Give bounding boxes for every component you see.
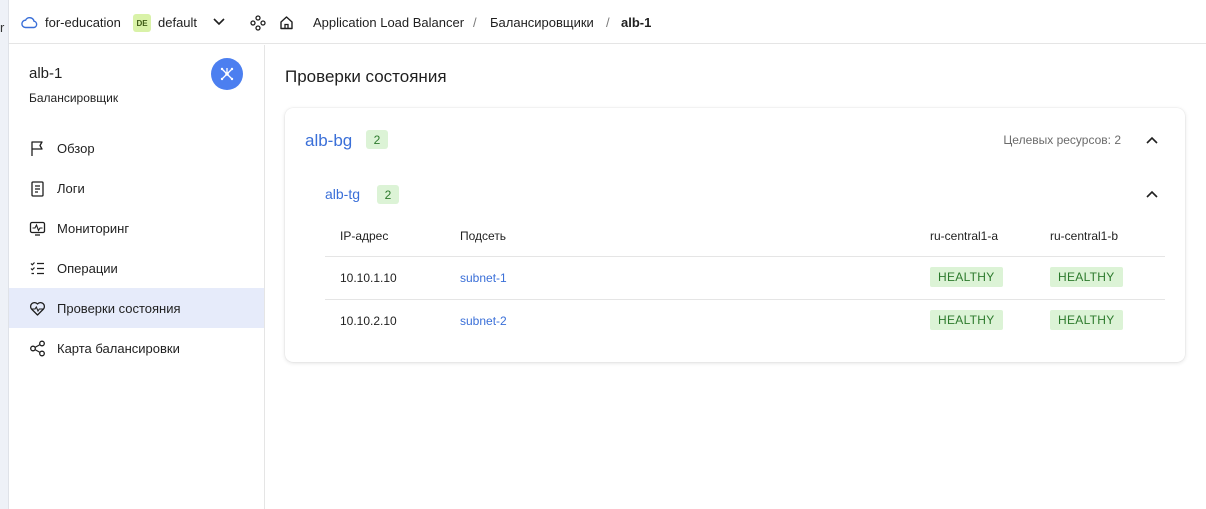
column-header-zone-a: ru-central1-a	[930, 229, 999, 243]
chevron-down-icon[interactable]	[212, 17, 226, 27]
home-icon[interactable]	[279, 15, 294, 30]
targets-count-label: Целевых ресурсов: 2	[1003, 133, 1121, 147]
subnet-link[interactable]: subnet-1	[460, 271, 507, 285]
breadcrumb-current: alb-1	[621, 15, 652, 30]
backend-group-count-badge: 2	[366, 130, 388, 149]
table-divider	[325, 256, 1165, 257]
folder-selector[interactable]: default	[158, 15, 197, 30]
breadcrumb-service[interactable]: Application Load Balancer	[313, 15, 464, 30]
status-badge: HEALTHY	[930, 310, 1003, 330]
sidebar-item-overview[interactable]: Обзор	[9, 128, 264, 168]
monitoring-icon	[29, 221, 46, 236]
sidebar-item-label: Карта балансировки	[57, 341, 180, 356]
log-icon	[31, 181, 44, 197]
breadcrumb-separator: /	[473, 15, 477, 30]
left-edge-strip: r	[0, 0, 9, 509]
status-badge: HEALTHY	[930, 267, 1003, 287]
org-selector[interactable]: for-education	[45, 15, 121, 30]
backend-group-card: alb-bg 2 Целевых ресурсов: 2 alb-tg 2 IP…	[285, 108, 1185, 362]
sidebar-item-balancing-map[interactable]: Карта балансировки	[9, 328, 264, 368]
folder-badge: DE	[133, 14, 151, 32]
column-header-subnet: Подсеть	[460, 229, 507, 243]
chevron-up-icon[interactable]	[1145, 189, 1159, 199]
sidebar-item-health-checks[interactable]: Проверки состояния	[9, 288, 264, 328]
target-group-count-badge: 2	[377, 185, 399, 204]
sidebar-title: alb-1	[29, 65, 63, 82]
sidebar-subtitle: Балансировщик	[29, 91, 119, 105]
column-header-ip: IP-адрес	[340, 229, 389, 243]
breadcrumb-separator: /	[606, 15, 610, 30]
sidebar-item-label: Операции	[57, 261, 118, 276]
sidebar-item-monitoring[interactable]: Мониторинг	[9, 208, 264, 248]
table-cell-ip: 10.10.2.10	[340, 314, 397, 328]
flag-icon	[31, 141, 43, 156]
operations-icon	[30, 262, 44, 275]
table-cell-ip: 10.10.1.10	[340, 271, 397, 285]
page-title: Проверки состояния	[285, 67, 447, 86]
column-header-zone-b: ru-central1-b	[1050, 229, 1119, 243]
sidebar: alb-1 Балансировщик Обзор Логи Мониторин…	[9, 45, 265, 509]
service-switch-button[interactable]	[211, 58, 243, 90]
balancer-icon	[220, 67, 234, 81]
services-icon[interactable]	[250, 15, 266, 31]
sidebar-item-label: Обзор	[57, 141, 95, 156]
table-divider	[325, 299, 1165, 300]
map-icon	[30, 340, 45, 357]
sidebar-item-label: Мониторинг	[57, 221, 130, 236]
target-group-link[interactable]: alb-tg	[325, 186, 360, 202]
subnet-link[interactable]: subnet-2	[460, 314, 507, 328]
backend-group-link[interactable]: alb-bg	[305, 131, 352, 151]
top-header: for-education DE default Application Loa…	[9, 0, 1206, 44]
sidebar-item-label: Проверки состояния	[57, 301, 181, 316]
chevron-up-icon[interactable]	[1145, 135, 1159, 145]
status-badge: HEALTHY	[1050, 267, 1123, 287]
sidebar-item-label: Логи	[57, 181, 85, 196]
sidebar-item-operations[interactable]: Операции	[9, 248, 264, 288]
edge-text: r	[0, 20, 5, 35]
breadcrumb-balancers[interactable]: Балансировщики	[490, 15, 594, 30]
heartbeat-icon	[29, 301, 46, 316]
cloud-icon[interactable]	[21, 15, 38, 29]
status-badge: HEALTHY	[1050, 310, 1123, 330]
sidebar-item-logs[interactable]: Логи	[9, 168, 264, 208]
